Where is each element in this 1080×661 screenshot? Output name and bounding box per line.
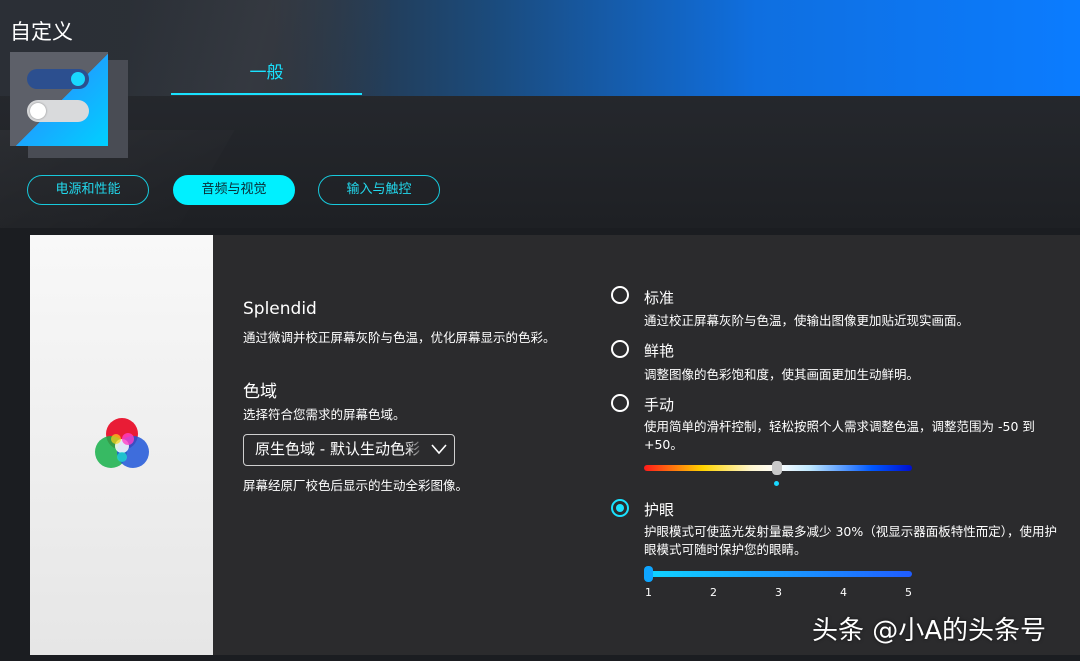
eye-care-tick: 1 <box>645 586 652 599</box>
window-title: 自定义 <box>10 20 73 44</box>
icon-accent-triangle <box>10 52 108 146</box>
splendid-description: 通过微调并校正屏幕灰阶与色温，优化屏幕显示的色彩。 <box>243 330 556 345</box>
option-vivid-description: 调整图像的色彩饱和度，使其画面更加生动鲜明。 <box>644 367 920 382</box>
color-temperature-thumb[interactable] <box>772 461 782 475</box>
eye-care-tick: 2 <box>710 586 717 599</box>
option-vivid-label: 鲜艳 <box>644 342 675 360</box>
gamut-title: 色域 <box>243 382 277 402</box>
watermark: 头条 @小A的头条号 <box>812 616 1047 646</box>
radio-manual[interactable] <box>611 394 629 412</box>
option-eye-care-description: 护眼模式可使蓝光发射量最多减少 30%（视显示器面板特性而定），使用护眼模式可随… <box>644 524 1058 557</box>
category-power-performance[interactable]: 电源和性能 <box>27 175 149 205</box>
icon-toggle-knob <box>71 72 85 86</box>
radio-standard[interactable] <box>611 286 629 304</box>
option-manual-description: 使用简单的滑杆控制，轻松按照个人需求调整色温，调整范围为 -50 到 +50。 <box>644 419 1035 452</box>
eye-care-level-track[interactable] <box>648 571 912 577</box>
icon-toggle-knob <box>30 103 46 119</box>
category-input-touch[interactable]: 输入与触控 <box>318 175 440 205</box>
option-manual-label: 手动 <box>644 396 675 414</box>
gamut-select[interactable]: 原生色域 - 默认生动色彩 <box>243 434 455 466</box>
slider-center-marker <box>774 481 779 486</box>
eye-care-tick: 5 <box>905 586 912 599</box>
option-standard-description: 通过校正屏幕灰阶与色温，使输出图像更加贴近现实画面。 <box>644 313 970 328</box>
gamut-selected-value: 原生色域 - 默认生动色彩 <box>255 440 420 458</box>
app-header: 自定义 一般 电源和性能 音频与视觉 输入与触控 <box>0 0 1080 228</box>
radio-vivid[interactable] <box>611 340 629 358</box>
customize-toggles-icon <box>10 52 108 146</box>
tab-general[interactable]: 一般 <box>171 58 362 96</box>
icon-toggle-off <box>27 100 89 122</box>
radio-dot <box>616 504 624 512</box>
category-audio-visual[interactable]: 音频与视觉 <box>173 175 295 205</box>
gamut-description: 选择符合您需求的屏幕色域。 <box>243 407 406 422</box>
radio-eye-care[interactable] <box>611 499 629 517</box>
eye-care-level-thumb[interactable] <box>644 566 653 582</box>
gamut-note: 屏幕经原厂校色后显示的生动全彩图像。 <box>243 478 469 493</box>
option-standard-label: 标准 <box>644 289 675 307</box>
eye-care-tick: 3 <box>775 586 782 599</box>
rgb-color-icon <box>95 418 149 468</box>
tab-underline <box>171 93 362 95</box>
option-eye-care-label: 护眼 <box>644 501 675 519</box>
eye-care-tick: 4 <box>840 586 847 599</box>
icon-toggle-on <box>27 69 89 89</box>
splendid-title: Splendid <box>243 299 317 319</box>
tab-general-label: 一般 <box>249 63 284 83</box>
feature-card <box>30 235 213 655</box>
select-fade <box>406 435 426 465</box>
chevron-down-icon <box>431 444 447 455</box>
splendid-panel: Splendid 通过微调并校正屏幕灰阶与色温，优化屏幕显示的色彩。 色域 选择… <box>30 235 1080 655</box>
